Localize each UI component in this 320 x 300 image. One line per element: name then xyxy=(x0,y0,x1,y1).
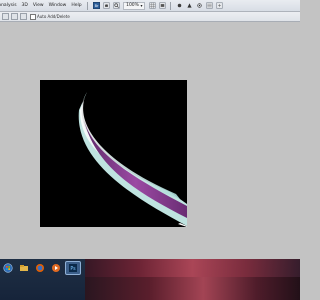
auto-add-delete-label: Auto Add/Delete xyxy=(37,14,70,19)
screen-mode-icon[interactable] xyxy=(159,2,166,9)
menu-help[interactable]: Help xyxy=(69,0,84,11)
firefox-icon[interactable] xyxy=(33,262,47,274)
desktop-wallpaper-bottom xyxy=(85,277,300,300)
extras-icon[interactable] xyxy=(216,2,223,9)
document-canvas[interactable] xyxy=(40,80,187,227)
grid-icon[interactable] xyxy=(149,2,156,9)
ps-logo-icon[interactable]: Br xyxy=(92,2,100,9)
streak-magenta-shape xyxy=(84,120,187,218)
menubar-divider xyxy=(87,1,89,10)
options-bar: Auto Add/Delete xyxy=(0,12,300,22)
mask-icon[interactable] xyxy=(196,2,203,9)
application-bar: Br 100% ▾ xyxy=(91,0,224,11)
zoom-level-select[interactable]: 100% ▾ xyxy=(123,1,146,10)
zoom-level-value: 100% xyxy=(126,3,139,8)
chevron-down-icon: ▾ xyxy=(140,3,143,8)
menu-bar: Analysis 3D View Window Help Br 100% ▾ xyxy=(0,0,300,12)
menu-view[interactable]: View xyxy=(30,0,46,11)
photoshop-taskbar-icon[interactable]: Ps xyxy=(65,261,81,275)
menu-3d[interactable]: 3D xyxy=(19,0,30,11)
pen-icon[interactable] xyxy=(186,2,193,9)
toolbar-divider xyxy=(170,1,172,10)
menu-window[interactable]: Window xyxy=(46,0,69,11)
paths-button[interactable] xyxy=(20,13,27,20)
start-orb-icon[interactable] xyxy=(1,262,15,274)
explorer-icon[interactable] xyxy=(17,262,31,274)
taskbar-row: Ps xyxy=(0,261,300,275)
rotate-icon[interactable] xyxy=(176,2,183,9)
tool-preset-picker[interactable] xyxy=(2,13,9,20)
canvas-artwork xyxy=(78,92,187,227)
taskbar: Ps xyxy=(0,259,300,300)
svg-text:Ps: Ps xyxy=(70,266,76,272)
menu-analysis[interactable]: Analysis xyxy=(0,0,19,11)
svg-text:Br: Br xyxy=(94,4,98,8)
zoom-tool-icon[interactable] xyxy=(112,2,120,9)
media-icon[interactable] xyxy=(49,262,63,274)
auto-add-delete-checkbox[interactable] xyxy=(30,13,36,20)
arrange-icon[interactable] xyxy=(206,2,213,9)
hand-icon[interactable] xyxy=(102,2,110,9)
shape-layers-button[interactable] xyxy=(11,13,18,20)
